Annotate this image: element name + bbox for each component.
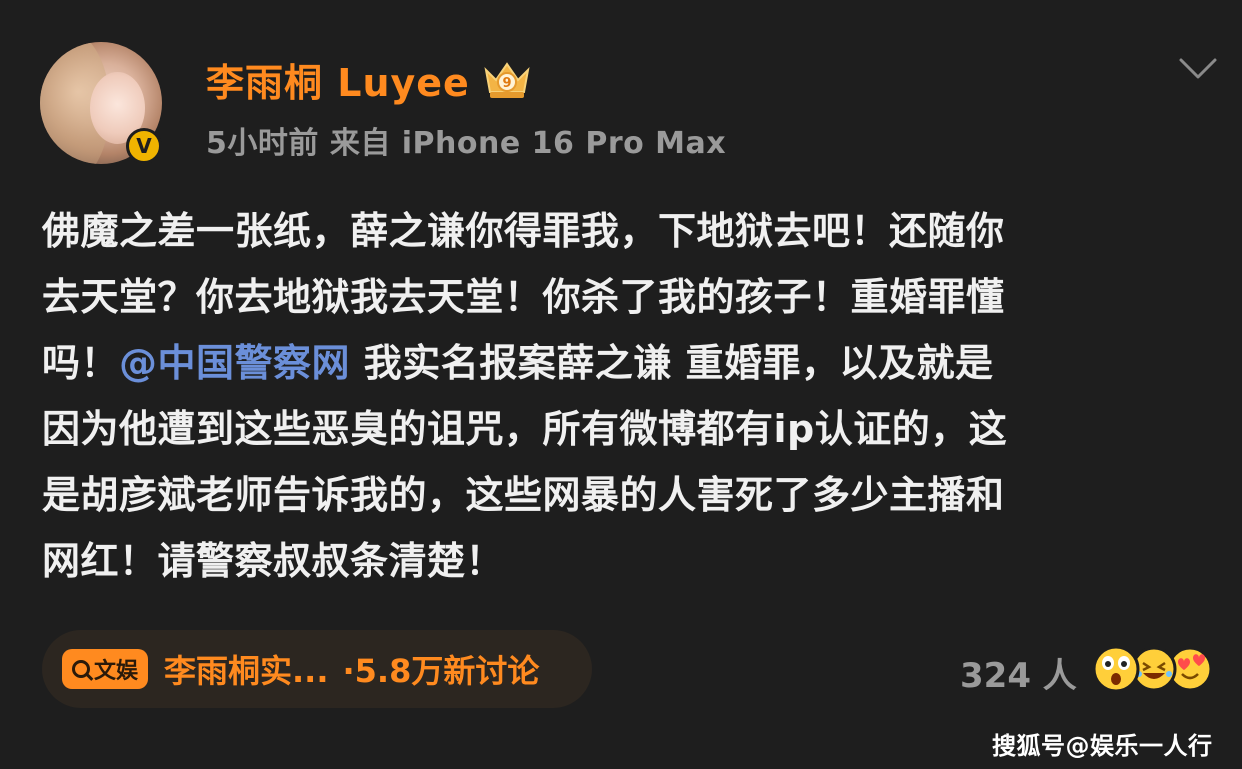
content-text: 我实名报案薛之谦 重婚罪，以及就是 [350,341,994,385]
topic-text: 李雨桐实... [164,652,329,690]
topic-count: ·5.8万新讨论 [342,652,540,690]
content-text: 吗！ [42,341,120,385]
post-meta: 5小时前 来自 iPhone 16 Pro Max [206,126,727,161]
mention-link[interactable]: @中国警察网 [119,341,350,385]
content-line: 因为他遭到这些恶臭的诅咒，所有微博都有ip认证的，这 [42,407,1008,451]
content-line: 网红！请警察叔叔条清楚！ [42,539,505,583]
content-line: 佛魔之差一张纸，薛之谦你得罪我，下地狱去吧！还随你 [42,209,1005,253]
verified-badge-icon: V [126,128,162,164]
surprised-face-icon [1092,645,1140,693]
reactions-count[interactable]: 324 人 [960,648,1077,697]
watermark: 搜狐号@娱乐一人行 [992,732,1213,760]
topic-pill[interactable]: 文娱 李雨桐实... ·5.8万新讨论 [42,630,592,708]
content-line: 吗！@中国警察网 我实名报案薛之谦 重婚罪，以及就是 [42,330,1212,396]
topic-badge-label: 文娱 [94,659,139,684]
crown-badge-icon[interactable]: 9 [480,58,534,102]
username-row: 李雨桐 Luyee 9 [206,52,534,107]
content-line: 去天堂？你去地狱我去天堂！你杀了我的孩子！重婚罪懂 [42,275,1005,319]
reaction-emojis[interactable] [1090,644,1215,694]
topic-badge: 文娱 [62,649,149,689]
content-line: 是胡彦斌老师告诉我的，这些网暴的人害死了多少主播和 [42,473,1005,517]
weibo-post: V 李雨桐 Luyee 9 5小时前 来自 iPhone 16 Pro Max … [0,0,1242,769]
username[interactable]: 李雨桐 Luyee [206,52,470,107]
crown-level: 9 [502,76,511,91]
chevron-down-icon[interactable] [1178,56,1218,82]
search-icon [72,660,90,678]
post-content: 佛魔之差一张纸，薛之谦你得罪我，下地狱去吧！还随你 去天堂？你去地狱我去天堂！你… [42,198,1212,594]
